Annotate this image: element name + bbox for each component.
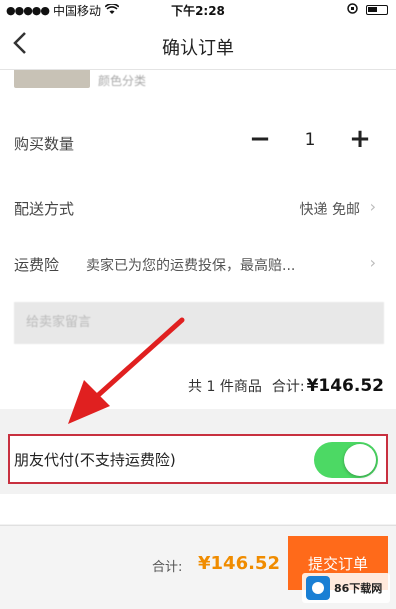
status-time: 下午2:28 bbox=[171, 4, 225, 18]
insurance-value: 卖家已为您的运费投保，最高赔... bbox=[86, 258, 296, 274]
friend-pay-toggle[interactable] bbox=[314, 442, 378, 478]
friend-pay-row: 朋友代付(不支持运费险) bbox=[8, 434, 388, 484]
status-right bbox=[347, 3, 388, 17]
lock-rotation-icon bbox=[347, 3, 358, 17]
watermark-text: 86下载网 bbox=[334, 582, 383, 595]
seller-message-input[interactable]: 给卖家留言 bbox=[14, 302, 384, 344]
friend-pay-label: 朋友代付(不支持运费险) bbox=[14, 451, 176, 469]
lower-card bbox=[0, 494, 396, 524]
toggle-knob bbox=[344, 444, 376, 476]
chevron-right-icon: › bbox=[369, 253, 376, 272]
product-thumbnail bbox=[14, 70, 90, 88]
quantity-label: 购买数量 bbox=[14, 135, 75, 153]
delivery-value: 快递 免邮 bbox=[299, 202, 360, 218]
bottom-total-value: ¥146.52 bbox=[198, 553, 280, 574]
quantity-stepper: − 1 + bbox=[238, 118, 382, 162]
summary-total-label: 合计: bbox=[271, 379, 305, 395]
chevron-right-icon: › bbox=[369, 197, 376, 216]
nav-bar: 确认订单 bbox=[0, 20, 396, 70]
summary-total-value: ¥146.52 bbox=[306, 376, 384, 396]
product-summary: 颜色分类 bbox=[0, 70, 396, 92]
status-bar: ●●●●● 中国移动 下午2:28 bbox=[0, 0, 396, 20]
site-watermark: 86下载网 bbox=[302, 573, 390, 603]
shipping-insurance-row[interactable]: 运费险 卖家已为您的运费投保，最高赔... › bbox=[0, 244, 396, 284]
insurance-label: 运费险 bbox=[14, 256, 60, 274]
quantity-value[interactable]: 1 bbox=[282, 118, 338, 162]
order-summary: 共 1 件商品 合计: ¥146.52 bbox=[188, 376, 384, 396]
page-title: 确认订单 bbox=[162, 38, 234, 59]
quantity-minus-button[interactable]: − bbox=[238, 118, 282, 162]
quantity-plus-button[interactable]: + bbox=[338, 118, 382, 162]
battery-icon bbox=[366, 5, 388, 15]
delivery-row[interactable]: 配送方式 快递 免邮 › bbox=[0, 188, 396, 228]
item-count: 共 1 件商品 bbox=[188, 379, 262, 395]
delivery-label: 配送方式 bbox=[14, 200, 75, 218]
watermark-logo-icon bbox=[306, 576, 330, 600]
bottom-total-label: 合计: bbox=[152, 560, 183, 575]
product-variant-text: 颜色分类 bbox=[98, 74, 147, 88]
